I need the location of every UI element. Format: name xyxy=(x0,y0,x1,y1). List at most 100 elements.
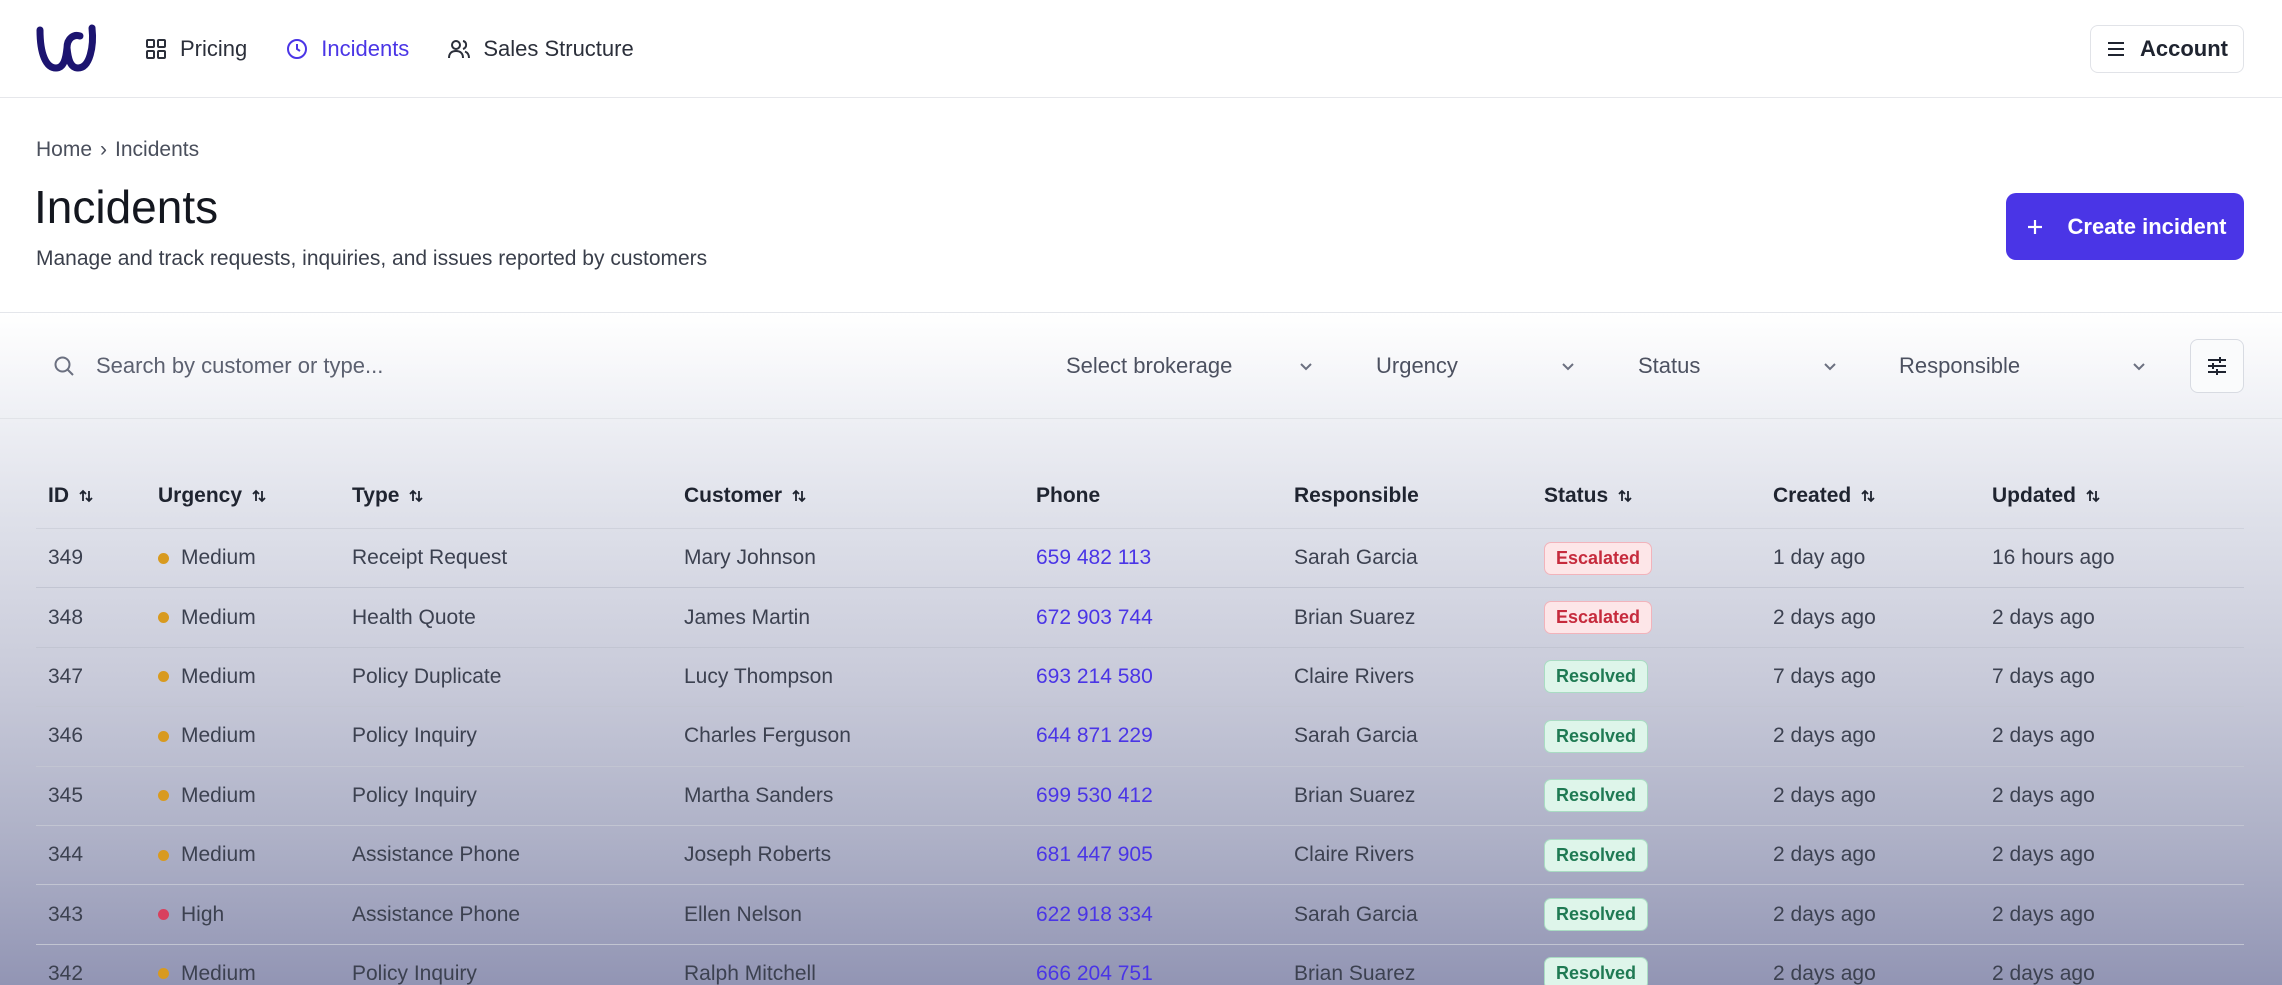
column-header-label: Created xyxy=(1773,483,1852,507)
column-header-label: Phone xyxy=(1036,483,1101,507)
nav-item-label: Pricing xyxy=(180,36,248,61)
filter-bar: Search by customer or type... Select bro… xyxy=(0,313,2282,419)
cell-updated: 16 hours ago xyxy=(1992,546,2115,570)
responsible-select-value: Responsible xyxy=(1899,353,2021,378)
column-header-id[interactable]: ID xyxy=(36,484,158,508)
cell-phone-link[interactable]: 659 482 113 xyxy=(1036,546,1294,570)
urgency-dot-icon xyxy=(158,909,169,921)
urgency-label: Medium xyxy=(181,546,256,570)
cell-updated: 2 days ago xyxy=(1992,783,2095,807)
users-icon xyxy=(448,40,471,59)
column-header-label: Customer xyxy=(684,483,783,507)
cell-phone-link[interactable]: 699 530 412 xyxy=(1036,784,1294,808)
create-incident-label: Create incident xyxy=(2067,213,2227,239)
page-subtitle: Manage and track requests, inquiries, an… xyxy=(36,247,708,270)
cell-status: Resolved xyxy=(1544,779,1773,813)
sliders-icon xyxy=(2208,357,2226,375)
status-select[interactable]: Status xyxy=(1638,341,1840,391)
cell-responsible: Claire Rivers xyxy=(1294,664,1415,688)
column-header-urgency[interactable]: Urgency xyxy=(158,484,352,508)
cell-type: Assistance Phone xyxy=(352,843,521,867)
create-incident-button[interactable]: Create incident xyxy=(2006,193,2244,260)
account-button[interactable]: Account xyxy=(2090,25,2244,73)
breadcrumb: Home › Incidents xyxy=(36,138,199,162)
status-badge: Resolved xyxy=(1544,898,1649,932)
cell-phone-link[interactable]: 666 204 751 xyxy=(1036,962,1294,985)
table-row[interactable]: 344 Medium Assistance Phone Joseph Rober… xyxy=(36,826,2244,886)
cell-status: Escalated xyxy=(1544,601,1773,635)
nav-item-incidents[interactable]: Incidents xyxy=(285,36,409,62)
filter-settings-button[interactable] xyxy=(2190,339,2244,393)
cell-urgency: Medium xyxy=(158,546,352,570)
cell-id: 345 xyxy=(48,783,84,807)
table-row[interactable]: 348 Medium Health Quote James Martin 672… xyxy=(36,588,2244,648)
column-header-status[interactable]: Status xyxy=(1544,484,1773,508)
table-row[interactable]: 349 Medium Receipt Request Mary Johnson … xyxy=(36,529,2244,589)
brokerage-select[interactable]: Select brokerage xyxy=(1066,341,1316,391)
brokerage-select-value: Select brokerage xyxy=(1066,353,1233,378)
urgency-label: Medium xyxy=(181,843,256,867)
breadcrumb-separator: › xyxy=(100,138,108,161)
search-input[interactable]: Search by customer or type... xyxy=(52,341,652,391)
urgency-dot-icon xyxy=(158,790,169,802)
cell-type: Policy Duplicate xyxy=(352,664,502,688)
cell-phone-link[interactable]: 644 871 229 xyxy=(1036,724,1294,748)
column-header-customer[interactable]: Customer xyxy=(684,484,1036,508)
cell-phone-link[interactable]: 672 903 744 xyxy=(1036,606,1294,630)
status-badge: Escalated xyxy=(1544,541,1653,575)
nav-item-sales-structure[interactable]: Sales Structure xyxy=(447,36,634,62)
table-row[interactable]: 342 Medium Policy Inquiry Ralph Mitchell… xyxy=(36,945,2244,985)
cell-created: 2 days ago xyxy=(1773,843,1876,867)
column-header-created[interactable]: Created xyxy=(1773,484,1992,508)
column-header-type[interactable]: Type xyxy=(352,484,684,508)
cell-created: 2 days ago xyxy=(1773,605,1876,629)
cell-urgency: Medium xyxy=(158,665,352,689)
urgency-select[interactable]: Urgency xyxy=(1376,341,1578,391)
grid-icon xyxy=(146,39,166,59)
search-icon xyxy=(54,356,74,376)
column-header-label: Urgency xyxy=(158,483,243,507)
cell-phone-link[interactable]: 622 918 334 xyxy=(1036,903,1294,927)
urgency-dot-icon xyxy=(158,552,169,564)
status-select-value: Status xyxy=(1638,353,1701,378)
account-label: Account xyxy=(2140,36,2228,61)
sort-icon xyxy=(1618,489,1632,502)
table-row[interactable]: 347 Medium Policy Duplicate Lucy Thompso… xyxy=(36,648,2244,708)
cell-status: Resolved xyxy=(1544,838,1773,872)
cell-updated: 7 days ago xyxy=(1992,664,2095,688)
column-header-phone: Phone xyxy=(1036,484,1294,508)
cell-customer: Ralph Mitchell xyxy=(684,961,816,985)
urgency-label: Medium xyxy=(181,664,256,688)
breadcrumb-home[interactable]: Home xyxy=(36,138,92,162)
column-header-label: Updated xyxy=(1992,483,2076,507)
incidents-panel: Search by customer or type... Select bro… xyxy=(0,312,2282,985)
sort-icon xyxy=(79,489,93,502)
sort-icon xyxy=(409,489,424,502)
cell-responsible: Brian Suarez xyxy=(1294,605,1416,629)
cell-urgency: Medium xyxy=(158,843,352,867)
cell-phone-link[interactable]: 693 214 580 xyxy=(1036,665,1294,689)
cell-customer: Charles Ferguson xyxy=(684,724,851,748)
brand-logo[interactable] xyxy=(36,24,98,72)
column-header-label: Type xyxy=(352,483,400,507)
plus-icon xyxy=(2027,219,2042,234)
cell-created: 2 days ago xyxy=(1773,902,1876,926)
status-badge: Resolved xyxy=(1544,779,1649,813)
cell-phone-link[interactable]: 681 447 905 xyxy=(1036,843,1294,867)
table-row[interactable]: 343 High Assistance Phone Ellen Nelson 6… xyxy=(36,885,2244,945)
column-header-updated[interactable]: Updated xyxy=(1992,484,2244,508)
sort-icon xyxy=(792,489,806,502)
nav-item-label: Incidents xyxy=(321,36,410,61)
cell-status: Resolved xyxy=(1544,898,1773,932)
cell-urgency: Medium xyxy=(158,724,352,748)
responsible-select[interactable]: Responsible xyxy=(1899,341,2149,391)
page-title: Incidents xyxy=(34,181,219,233)
table-row[interactable]: 345 Medium Policy Inquiry Martha Sanders… xyxy=(36,767,2244,826)
urgency-select-value: Urgency xyxy=(1376,353,1458,378)
status-badge: Resolved xyxy=(1544,719,1649,753)
table-row[interactable]: 346 Medium Policy Inquiry Charles Fergus… xyxy=(36,707,2244,767)
nav-item-pricing[interactable]: Pricing xyxy=(144,36,247,62)
chevron-down-icon xyxy=(1300,363,1312,371)
urgency-label: High xyxy=(181,902,225,926)
cell-updated: 2 days ago xyxy=(1992,724,2095,748)
